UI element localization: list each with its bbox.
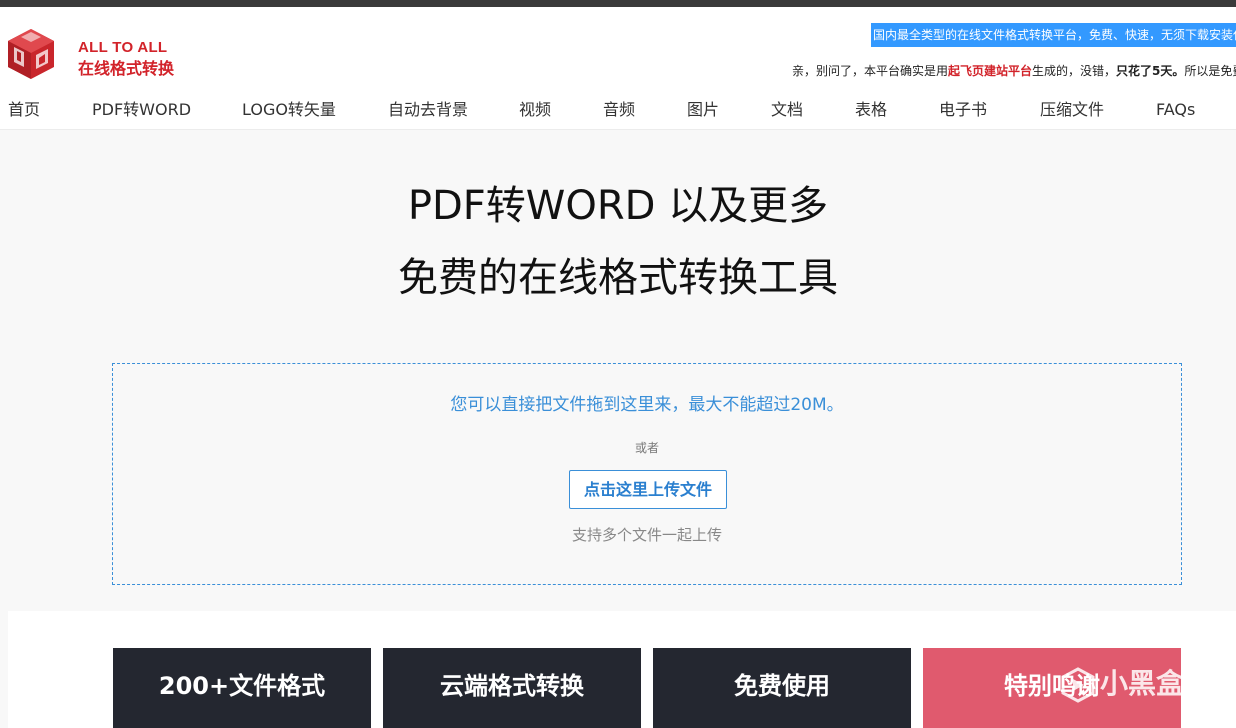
marquee-slogan: 国内最全类型的在线文件格式转换平台，免费、快速，无须下载安装任何软件 (871, 23, 1236, 47)
notice-text-4: 所以是免费的 (1184, 64, 1236, 78)
notice-text-2: 生成的，没错， (1032, 64, 1117, 78)
feature-card-formats[interactable]: 200+文件格式 (113, 648, 371, 728)
hero-subtitle: 免费的在线格式转换工具 (398, 255, 838, 301)
nav-item-home[interactable]: 首页 (8, 98, 40, 122)
upload-multi-note: 支持多个文件一起上传 (571, 526, 722, 544)
nav-item-faqs[interactable]: FAQs (1156, 98, 1195, 122)
watermark-logo-icon (1061, 667, 1095, 703)
notice-text-1: 亲，别问了，本平台确实是用 (792, 64, 949, 78)
brand-line-2: 在线格式转换 (78, 59, 175, 78)
main-nav: 首页 PDF转WORD LOGO转矢量 自动去背景 视频 音频 图片 文档 表格… (0, 98, 1236, 122)
feature-card-free[interactable]: 免费使用 (653, 648, 911, 728)
nav-item-video[interactable]: 视频 (519, 98, 551, 122)
brand-line-1: ALL TO ALL (78, 39, 168, 56)
nav-item-image[interactable]: 图片 (687, 98, 719, 122)
watermark: 小黑盒 (1060, 662, 1184, 706)
nav-item-logo-vector[interactable]: LOGO转矢量 (242, 98, 336, 122)
logo-icon[interactable] (6, 27, 56, 81)
upload-dropzone[interactable]: 您可以直接把文件拖到这里来，最大不能超过20M。 或者 点击这里上传文件 支持多… (112, 363, 1182, 585)
brand-name[interactable]: ALL TO ALL 在线格式转换 (78, 37, 174, 79)
nav-item-document[interactable]: 文档 (771, 98, 803, 122)
nav-item-spreadsheet[interactable]: 表格 (855, 98, 887, 122)
hero-title: PDF转WORD 以及更多 (407, 183, 829, 229)
watermark-text: 小黑盒 (1100, 667, 1185, 700)
nav-item-audio[interactable]: 音频 (603, 98, 635, 122)
nav-item-ebook[interactable]: 电子书 (939, 98, 987, 122)
upload-button[interactable]: 点击这里上传文件 (569, 470, 727, 509)
nav-item-archive[interactable]: 压缩文件 (1040, 98, 1104, 122)
upload-or: 或者 (634, 441, 659, 455)
notice-text-3: 只花了5天。 (1116, 64, 1185, 78)
feature-card-cloud[interactable]: 云端格式转换 (383, 648, 641, 728)
nav-item-remove-bg[interactable]: 自动去背景 (388, 98, 468, 122)
marquee-notice: 亲，别问了，本平台确实是用起飞页建站平台生成的，没错，只花了5天。所以是免费的 (792, 62, 1236, 80)
browser-top-bar (0, 0, 1236, 7)
site-header: ALL TO ALL 在线格式转换 国内最全类型的在线文件格式转换平台，免费、快… (0, 7, 1236, 130)
nav-item-pdf-to-word[interactable]: PDF转WORD (92, 98, 191, 122)
notice-link-builder[interactable]: 起飞页建站平台 (948, 64, 1032, 78)
upload-hint: 您可以直接把文件拖到这里来，最大不能超过20M。 (450, 395, 844, 415)
